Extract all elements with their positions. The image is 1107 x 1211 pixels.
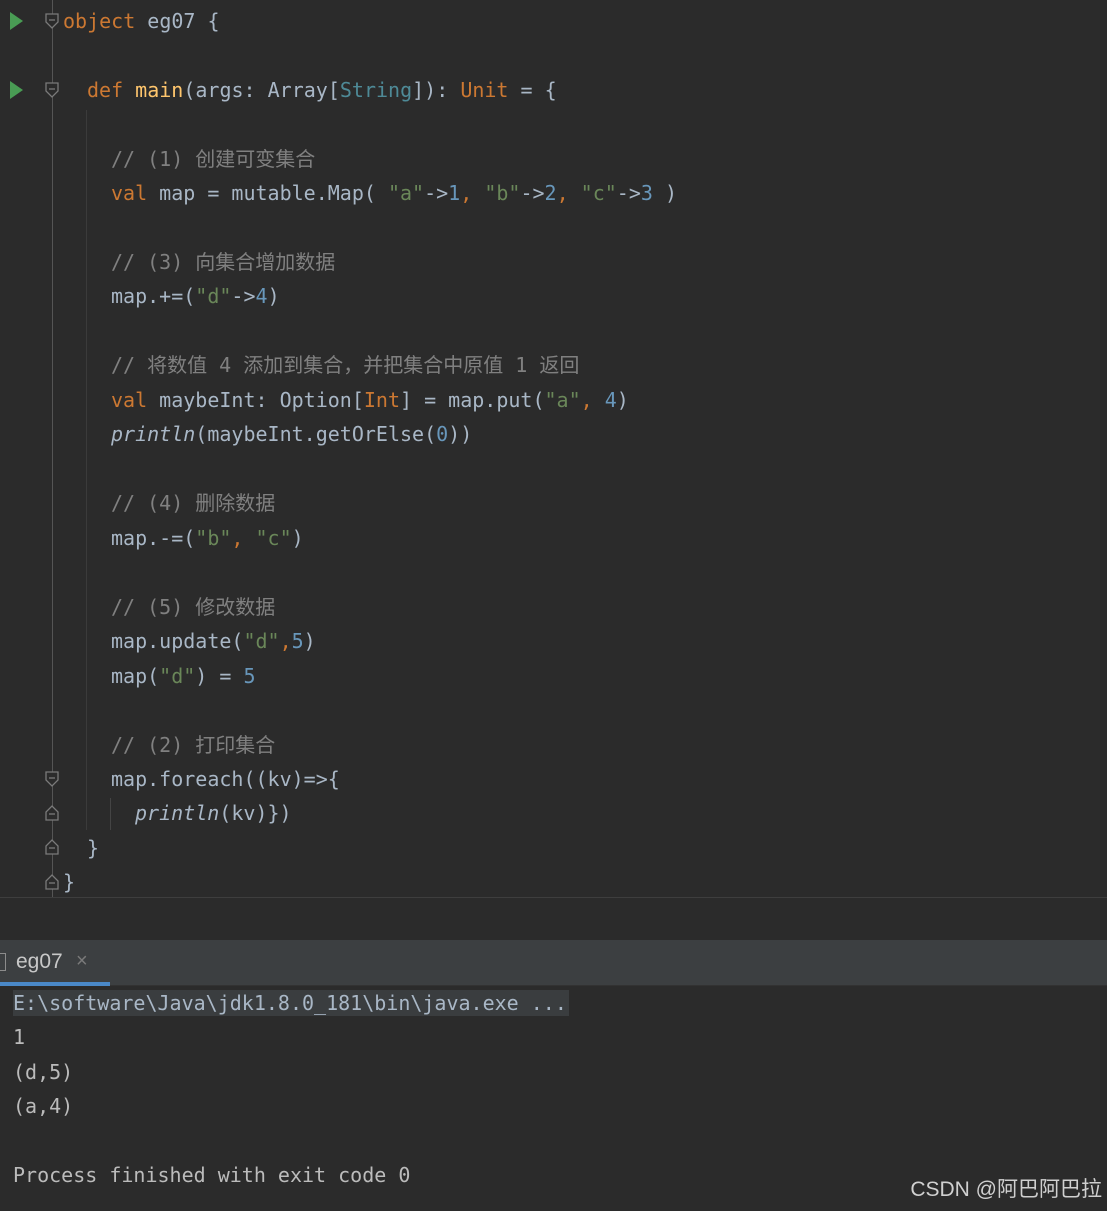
code-text: -> <box>520 181 545 205</box>
code-text: -> <box>424 181 449 205</box>
code-text: eg07 { <box>135 9 220 33</box>
string: "c" <box>255 526 292 550</box>
code-line-13: } <box>63 870 76 894</box>
code-line-3: val map = mutable.Map( "a"->1, "b"->2, "… <box>111 180 677 206</box>
code-line-4: map.+=("d"->4) <box>111 283 280 309</box>
run-object-icon[interactable] <box>10 12 23 30</box>
comma: , <box>279 629 292 653</box>
code-text: map( <box>111 664 160 688</box>
keyword: Int <box>363 388 400 412</box>
panel-gap <box>0 898 1107 940</box>
code-text: )) <box>448 422 473 446</box>
number: 4 <box>604 388 617 412</box>
keyword: val <box>111 181 148 205</box>
keyword: object <box>63 9 136 33</box>
code-line-11: println(kv)}) <box>135 800 292 826</box>
code-text: ) <box>267 284 280 308</box>
fold-icon[interactable] <box>45 13 59 29</box>
code-line-8: map.update("d",5) <box>111 628 316 654</box>
keyword: Unit <box>460 78 509 102</box>
code-line-1: object eg07 { <box>63 8 220 34</box>
code-text: ]): <box>412 78 461 102</box>
code-text: (maybeInt.getOrElse( <box>195 422 437 446</box>
console-exit-message: Process finished with exit code 0 <box>13 1163 411 1187</box>
code-text: ) <box>652 181 678 205</box>
code-editor[interactable]: object eg07 { def main(args: Array[Strin… <box>0 0 1107 897</box>
console-output-line: (d,5) <box>13 1060 74 1084</box>
keyword: val <box>111 388 148 412</box>
code-line-2: def main(args: Array[String]): Unit = { <box>87 77 557 103</box>
console-command-line[interactable]: E:\software\Java\jdk1.8.0_181\bin\java.e… <box>13 990 569 1016</box>
fold-end-icon[interactable] <box>45 805 59 821</box>
fold-icon[interactable] <box>45 771 59 787</box>
string: "b" <box>195 526 232 550</box>
number: 5 <box>291 629 304 653</box>
code-text: map.+=( <box>111 284 196 308</box>
code-line-6: println(maybeInt.getOrElse(0)) <box>111 421 472 447</box>
comma: , <box>231 526 256 550</box>
string: "d" <box>195 284 232 308</box>
indent-guide <box>110 798 111 830</box>
tab-eg07[interactable]: eg07 × <box>0 940 110 986</box>
function-call: println <box>111 422 196 446</box>
document-icon <box>0 953 6 971</box>
code-line-10: map.foreach((kv)=>{ <box>111 767 340 791</box>
fold-end-icon[interactable] <box>45 874 59 890</box>
comment: // (3) 向集合增加数据 <box>111 250 336 274</box>
fold-end-icon[interactable] <box>45 839 59 855</box>
code-text: ) <box>303 629 316 653</box>
string: "a" <box>387 181 425 205</box>
comment: // (5) 修改数据 <box>111 595 276 619</box>
string: "d" <box>243 629 280 653</box>
number: 5 <box>243 664 256 688</box>
code-line-5: val maybeInt: Option[Int] = map.put("a",… <box>111 387 629 413</box>
code-text: maybeInt: Option[ <box>147 388 364 412</box>
comma: , <box>460 181 485 205</box>
comment: // (4) 删除数据 <box>111 491 276 515</box>
code-text: ) <box>616 388 629 412</box>
console-output-line: 1 <box>13 1025 26 1049</box>
indent-guide <box>86 110 87 830</box>
run-main-icon[interactable] <box>10 81 23 99</box>
code-text: -> <box>231 284 256 308</box>
code-text: ) <box>291 526 304 550</box>
gutter-divider <box>52 0 53 897</box>
number: 4 <box>255 284 268 308</box>
comma: , <box>580 388 605 412</box>
code-line-7: map.-=("b", "c") <box>111 525 304 551</box>
comment: // (1) 创建可变集合 <box>111 147 316 171</box>
watermark: CSDN @阿巴阿巴拉 <box>910 1178 1102 1201</box>
code-text: map = mutable.Map( <box>147 181 388 205</box>
code-text: ) = <box>195 664 244 688</box>
type-name: String <box>339 78 413 102</box>
comment: // (2) 打印集合 <box>111 733 276 757</box>
run-tool-window-header: eg07 × <box>0 940 1107 986</box>
code-line-9: map("d") = 5 <box>111 663 256 689</box>
comma: , <box>556 181 581 205</box>
code-text: map.update( <box>111 629 244 653</box>
code-text: -> <box>616 181 641 205</box>
code-line-12: } <box>87 836 100 860</box>
comment: // 将数值 4 添加到集合，并把集合中原值 1 返回 <box>111 353 580 377</box>
keyword: def <box>87 78 124 102</box>
code-text: ] = map.put( <box>400 388 545 412</box>
number: 1 <box>448 181 461 205</box>
string: "b" <box>484 181 521 205</box>
function-name: main <box>135 78 184 102</box>
fold-icon[interactable] <box>45 82 59 98</box>
number: 0 <box>436 422 449 446</box>
function-call: println <box>135 801 220 825</box>
string: "d" <box>159 664 196 688</box>
code-text: (kv)}) <box>219 801 292 825</box>
code-text: (args: Array[ <box>183 78 340 102</box>
number: 2 <box>544 181 557 205</box>
number: 3 <box>640 181 653 205</box>
code-text: map.-=( <box>111 526 196 550</box>
tab-label: eg07 <box>16 950 63 973</box>
string: "c" <box>580 181 617 205</box>
console-output-line: (a,4) <box>13 1094 74 1118</box>
code-text: = { <box>508 78 557 102</box>
close-icon[interactable]: × <box>76 950 88 973</box>
string: "a" <box>544 388 581 412</box>
